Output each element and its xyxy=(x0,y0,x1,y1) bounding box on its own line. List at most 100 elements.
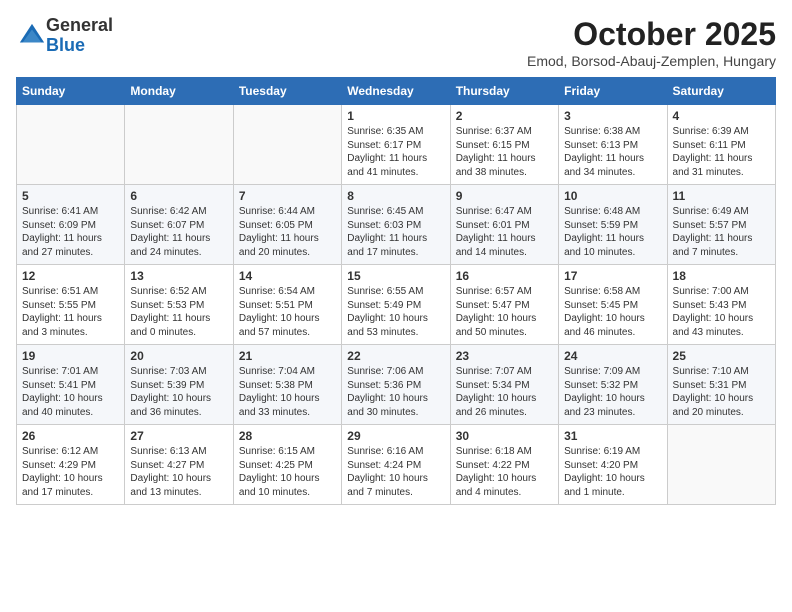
calendar-cell: 20 Sunrise: 7:03 AM Sunset: 5:39 PM Dayli… xyxy=(125,345,233,425)
day-info: Sunrise: 6:19 AM Sunset: 4:20 PM Dayligh… xyxy=(564,446,645,498)
calendar-cell: 24 Sunrise: 7:09 AM Sunset: 5:32 PM Dayli… xyxy=(559,345,667,425)
calendar-cell: 8Sunrise: 6:45 AM Sunset: 6:03 PM Daylig… xyxy=(342,185,450,265)
day-number: 27 xyxy=(130,429,227,443)
day-info: Sunrise: 7:04 AM Sunset: 5:38 PM Dayligh… xyxy=(239,366,320,418)
calendar-cell: 14 Sunrise: 6:54 AM Sunset: 5:51 PM Dayli… xyxy=(233,265,341,345)
day-number: 23 xyxy=(456,349,553,363)
day-number: 2 xyxy=(456,109,553,123)
calendar-cell: 28 Sunrise: 6:15 AM Sunset: 4:25 PM Dayli… xyxy=(233,425,341,505)
day-info: Sunrise: 6:35 AM Sunset: 6:17 PM Dayligh… xyxy=(347,126,427,178)
day-number: 28 xyxy=(239,429,336,443)
day-info: Sunrise: 7:00 AM Sunset: 5:43 PM Dayligh… xyxy=(673,286,754,338)
day-info: Sunrise: 6:12 AM Sunset: 4:29 PM Dayligh… xyxy=(22,446,103,498)
logo: General Blue xyxy=(16,16,113,56)
day-number: 14 xyxy=(239,269,336,283)
day-number: 6 xyxy=(130,189,227,203)
day-info: Sunrise: 7:01 AM Sunset: 5:41 PM Dayligh… xyxy=(22,366,103,418)
calendar-cell: 9 Sunrise: 6:47 AM Sunset: 6:01 PM Daylig… xyxy=(450,185,558,265)
day-number: 5 xyxy=(22,189,119,203)
calendar-week-1: 1 Sunrise: 6:35 AM Sunset: 6:17 PM Daylig… xyxy=(17,105,776,185)
day-info: Sunrise: 6:16 AM Sunset: 4:24 PM Dayligh… xyxy=(347,446,428,498)
day-info: Sunrise: 7:03 AM Sunset: 5:39 PM Dayligh… xyxy=(130,366,211,418)
day-info: Sunrise: 7:06 AM Sunset: 5:36 PM Dayligh… xyxy=(347,366,428,418)
calendar-cell: 19 Sunrise: 7:01 AM Sunset: 5:41 PM Dayli… xyxy=(17,345,125,425)
logo-text: General Blue xyxy=(46,16,113,56)
day-info: Sunrise: 6:55 AM Sunset: 5:49 PM Dayligh… xyxy=(347,286,428,338)
page-header: General Blue October 2025 Emod, Borsod-A… xyxy=(16,16,776,69)
weekday-header-saturday: Saturday xyxy=(667,78,775,105)
day-number: 17 xyxy=(564,269,661,283)
day-number: 13 xyxy=(130,269,227,283)
day-info: Sunrise: 6:38 AM Sunset: 6:13 PM Dayligh… xyxy=(564,126,644,178)
day-number: 29 xyxy=(347,429,444,443)
day-info: Sunrise: 6:37 AM Sunset: 6:15 PM Dayligh… xyxy=(456,126,536,178)
calendar-cell: 12 Sunrise: 6:51 AM Sunset: 5:55 PM Dayli… xyxy=(17,265,125,345)
calendar-week-2: 5Sunrise: 6:41 AM Sunset: 6:09 PM Daylig… xyxy=(17,185,776,265)
day-info: Sunrise: 6:48 AM Sunset: 5:59 PM Dayligh… xyxy=(564,206,644,258)
calendar-cell: 1 Sunrise: 6:35 AM Sunset: 6:17 PM Daylig… xyxy=(342,105,450,185)
day-number: 19 xyxy=(22,349,119,363)
calendar-cell: 2 Sunrise: 6:37 AM Sunset: 6:15 PM Daylig… xyxy=(450,105,558,185)
day-number: 9 xyxy=(456,189,553,203)
day-number: 16 xyxy=(456,269,553,283)
day-info: Sunrise: 6:18 AM Sunset: 4:22 PM Dayligh… xyxy=(456,446,537,498)
day-number: 15 xyxy=(347,269,444,283)
calendar-cell: 26 Sunrise: 6:12 AM Sunset: 4:29 PM Dayli… xyxy=(17,425,125,505)
calendar-cell xyxy=(667,425,775,505)
calendar-cell xyxy=(125,105,233,185)
weekday-header-tuesday: Tuesday xyxy=(233,78,341,105)
logo-blue: Blue xyxy=(46,36,113,56)
day-number: 31 xyxy=(564,429,661,443)
day-info: Sunrise: 6:51 AM Sunset: 5:55 PM Dayligh… xyxy=(22,286,102,338)
day-info: Sunrise: 6:15 AM Sunset: 4:25 PM Dayligh… xyxy=(239,446,320,498)
day-info: Sunrise: 7:09 AM Sunset: 5:32 PM Dayligh… xyxy=(564,366,645,418)
calendar-cell: 5Sunrise: 6:41 AM Sunset: 6:09 PM Daylig… xyxy=(17,185,125,265)
day-number: 1 xyxy=(347,109,444,123)
calendar-week-5: 26 Sunrise: 6:12 AM Sunset: 4:29 PM Dayli… xyxy=(17,425,776,505)
day-number: 4 xyxy=(673,109,770,123)
calendar-cell: 29 Sunrise: 6:16 AM Sunset: 4:24 PM Dayli… xyxy=(342,425,450,505)
weekday-header-monday: Monday xyxy=(125,78,233,105)
calendar-week-4: 19 Sunrise: 7:01 AM Sunset: 5:41 PM Dayli… xyxy=(17,345,776,425)
calendar-cell xyxy=(233,105,341,185)
day-info: Sunrise: 6:58 AM Sunset: 5:45 PM Dayligh… xyxy=(564,286,645,338)
calendar-cell: 21Sunrise: 7:04 AM Sunset: 5:38 PM Dayli… xyxy=(233,345,341,425)
calendar-cell: 15 Sunrise: 6:55 AM Sunset: 5:49 PM Dayli… xyxy=(342,265,450,345)
calendar-cell: 18 Sunrise: 7:00 AM Sunset: 5:43 PM Dayli… xyxy=(667,265,775,345)
day-number: 18 xyxy=(673,269,770,283)
day-info: Sunrise: 6:57 AM Sunset: 5:47 PM Dayligh… xyxy=(456,286,537,338)
day-info: Sunrise: 6:13 AM Sunset: 4:27 PM Dayligh… xyxy=(130,446,211,498)
day-number: 22 xyxy=(347,349,444,363)
weekday-header-wednesday: Wednesday xyxy=(342,78,450,105)
month-title: October 2025 xyxy=(527,16,776,53)
day-info: Sunrise: 6:42 AM Sunset: 6:07 PM Dayligh… xyxy=(130,206,210,258)
day-number: 20 xyxy=(130,349,227,363)
day-number: 26 xyxy=(22,429,119,443)
day-number: 24 xyxy=(564,349,661,363)
calendar-cell: 27 Sunrise: 6:13 AM Sunset: 4:27 PM Dayli… xyxy=(125,425,233,505)
weekday-header-friday: Friday xyxy=(559,78,667,105)
calendar-cell: 13 Sunrise: 6:52 AM Sunset: 5:53 PM Dayli… xyxy=(125,265,233,345)
day-number: 25 xyxy=(673,349,770,363)
calendar-cell: 23 Sunrise: 7:07 AM Sunset: 5:34 PM Dayli… xyxy=(450,345,558,425)
day-info: Sunrise: 6:47 AM Sunset: 6:01 PM Dayligh… xyxy=(456,206,536,258)
title-area: October 2025 Emod, Borsod-Abauj-Zemplen,… xyxy=(527,16,776,69)
day-info: Sunrise: 7:10 AM Sunset: 5:31 PM Dayligh… xyxy=(673,366,754,418)
calendar-table: SundayMondayTuesdayWednesdayThursdayFrid… xyxy=(16,77,776,505)
day-info: Sunrise: 6:52 AM Sunset: 5:53 PM Dayligh… xyxy=(130,286,210,338)
day-info: Sunrise: 6:54 AM Sunset: 5:51 PM Dayligh… xyxy=(239,286,320,338)
weekday-header-row: SundayMondayTuesdayWednesdayThursdayFrid… xyxy=(17,78,776,105)
calendar-cell: 11Sunrise: 6:49 AM Sunset: 5:57 PM Dayli… xyxy=(667,185,775,265)
calendar-cell: 25 Sunrise: 7:10 AM Sunset: 5:31 PM Dayli… xyxy=(667,345,775,425)
weekday-header-sunday: Sunday xyxy=(17,78,125,105)
day-number: 30 xyxy=(456,429,553,443)
day-number: 11 xyxy=(673,189,770,203)
day-number: 12 xyxy=(22,269,119,283)
calendar-cell: 7Sunrise: 6:44 AM Sunset: 6:05 PM Daylig… xyxy=(233,185,341,265)
calendar-cell xyxy=(17,105,125,185)
day-info: Sunrise: 6:39 AM Sunset: 6:11 PM Dayligh… xyxy=(673,126,753,178)
day-info: Sunrise: 6:45 AM Sunset: 6:03 PM Dayligh… xyxy=(347,206,427,258)
day-info: Sunrise: 7:07 AM Sunset: 5:34 PM Dayligh… xyxy=(456,366,537,418)
calendar-cell: 30 Sunrise: 6:18 AM Sunset: 4:22 PM Dayli… xyxy=(450,425,558,505)
calendar-cell: 17 Sunrise: 6:58 AM Sunset: 5:45 PM Dayli… xyxy=(559,265,667,345)
